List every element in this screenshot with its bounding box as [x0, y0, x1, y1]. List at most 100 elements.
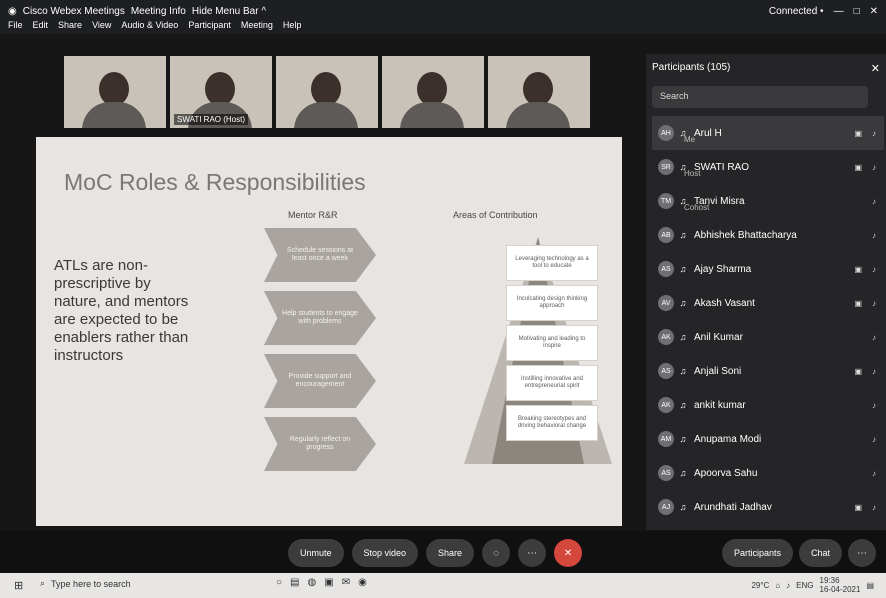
mute-icon: ♪ [872, 434, 876, 444]
participant-row[interactable]: AK ♫ Anil Kumar ♪ [652, 320, 884, 354]
chat-button[interactable]: Chat [798, 539, 842, 567]
avatar: AS [658, 261, 674, 277]
avatar: AS [658, 465, 674, 481]
video-tile[interactable] [276, 56, 378, 128]
notification-icon[interactable]: ▤ [866, 581, 874, 590]
participant-row[interactable]: SR ♫ SWATI RAO Host ▣ ♪ [652, 150, 884, 184]
taskbar-search-placeholder: Type here to search [51, 578, 131, 589]
meeting-controls-bar: Unmute Stop video Share ◌ ⋯ ✕ Participan… [0, 531, 886, 573]
participant-row[interactable]: TM ♫ Tanvi Misra Cohost ♪ [652, 184, 884, 218]
mic-icon: ♫ [679, 434, 687, 444]
participant-row[interactable]: AS ♫ Apoorva Sahu ♪ [652, 456, 884, 490]
unmute-button[interactable]: Unmute [288, 539, 344, 567]
participant-row[interactable]: AH ♫ Arul H Me ▣ ♪ [652, 116, 884, 150]
menu-help[interactable]: Help [283, 20, 302, 30]
mic-icon: ♫ [679, 468, 687, 478]
mic-icon: ♫ [679, 400, 687, 410]
area-box: Motivating and leading to inspire [506, 325, 598, 361]
center-controls: Unmute Stop video Share ◌ ⋯ ✕ [288, 539, 583, 567]
video-icon: ▣ [854, 264, 862, 274]
row-icons: ♪ [872, 197, 876, 206]
avatar: AV [658, 295, 674, 311]
participant-search-input[interactable]: Search [652, 86, 868, 108]
menu-share[interactable]: Share [58, 20, 82, 30]
area-box: Inculcating design thinking approach [506, 285, 598, 321]
meeting-info-link[interactable]: Meeting Info [131, 6, 186, 17]
webex-window: ◉ Cisco Webex Meetings Meeting Info Hide… [0, 0, 886, 598]
menu-view[interactable]: View [92, 20, 111, 30]
participant-row[interactable]: AS ♫ Anjali Soni ▣ ♪ [652, 354, 884, 388]
participant-row[interactable]: AK ♫ ankit kumar ♪ [652, 388, 884, 422]
file-explorer-icon[interactable]: ▤ [290, 577, 299, 588]
maximize-icon[interactable]: □ [854, 6, 860, 17]
time: 19:36 [819, 576, 840, 585]
record-icon[interactable]: ◌ [482, 539, 511, 567]
row-icons: ♪ [872, 231, 876, 240]
avatar: SR [658, 159, 674, 175]
row-icons: ▣ ♪ [854, 367, 876, 376]
video-tile[interactable]: SWATI RAO (Host) [170, 56, 272, 128]
participant-role: Cohost [684, 203, 710, 212]
participant-row[interactable]: AV ♫ Akash Vasant ▣ ♪ [652, 286, 884, 320]
end-call-icon[interactable]: ✕ [554, 539, 583, 567]
area-box: Instilling innovative and entrepreneuria… [506, 365, 598, 401]
participants-panel: Participants (105) ✕ Search AH ♫ Arul H Me ▣… [646, 54, 886, 530]
participant-name: Anil Kumar [694, 331, 743, 343]
menu-meeting[interactable]: Meeting [241, 20, 273, 30]
participant-role: Host [684, 169, 701, 178]
menu-edit[interactable]: Edit [33, 20, 49, 30]
avatar: AM [658, 431, 674, 447]
slide-title: MoC Roles & Responsibilities [64, 169, 366, 195]
share-button[interactable]: Share [426, 539, 475, 567]
menu-audio-video[interactable]: Audio & Video [121, 20, 178, 30]
row-icons: ▣ ♪ [854, 129, 876, 138]
participant-name: Apoorva Sahu [694, 467, 758, 479]
volume-icon[interactable]: ♪ [786, 581, 790, 590]
more-icon[interactable]: ⋯ [518, 539, 547, 567]
row-icons: ▣ ♪ [854, 163, 876, 172]
video-tile[interactable] [488, 56, 590, 128]
hide-menu-bar-link[interactable]: Hide Menu Bar ^ [192, 6, 266, 17]
windows-start-icon[interactable]: ⊞ [14, 579, 23, 592]
participant-name: Arul H [694, 127, 722, 139]
participant-row[interactable]: AJ ♫ Arundhati Jadhav ▣ ♪ [652, 490, 884, 524]
right-controls: Participants Chat ⋯ [721, 539, 876, 567]
mentor-chevron: Provide support and encouragement [264, 354, 376, 408]
slide-body-text: ATLs are non-prescriptive by nature, and… [54, 257, 189, 364]
row-icons: ♪ [872, 469, 876, 478]
video-tile[interactable] [382, 56, 484, 128]
participant-row[interactable]: AB ♫ Abhishek Bhattacharya ♪ [652, 218, 884, 252]
stop-video-button[interactable]: Stop video [351, 539, 419, 567]
minimize-icon[interactable]: — [834, 6, 844, 17]
task-view-icon[interactable]: ○ [276, 577, 282, 588]
participants-header: Participants (105) [652, 62, 731, 73]
mute-icon: ♪ [872, 230, 876, 240]
participant-name: Abhishek Bhattacharya [694, 229, 797, 241]
edge-icon[interactable]: ◍ [308, 577, 317, 588]
mic-icon: ♫ [679, 264, 687, 274]
mic-icon: ♫ [679, 366, 687, 376]
video-strip: SWATI RAO (Host) [64, 56, 590, 128]
menu-participant[interactable]: Participant [188, 20, 231, 30]
participant-row[interactable]: AS ♫ Ajay Sharma ▣ ♪ [652, 252, 884, 286]
area-box: Leveraging technology as a tool to educa… [506, 245, 598, 281]
video-tile[interactable] [64, 56, 166, 128]
avatar: TM [658, 193, 674, 209]
app-title: Cisco Webex Meetings [22, 6, 125, 17]
panel-close-icon[interactable]: ✕ [871, 62, 880, 75]
webex-icon[interactable]: ◉ [358, 577, 367, 588]
store-icon[interactable]: ▣ [324, 577, 333, 588]
mic-icon: ♫ [679, 298, 687, 308]
taskbar-search[interactable]: ⌕ Type here to search [40, 578, 131, 589]
mail-icon[interactable]: ✉ [342, 577, 350, 588]
network-icon[interactable]: ⌂ [775, 581, 780, 590]
participant-row[interactable]: AM ♫ Anupama Modi ♪ [652, 422, 884, 456]
close-icon[interactable]: ✕ [870, 6, 878, 17]
menu-file[interactable]: File [8, 20, 23, 30]
avatar: AB [658, 227, 674, 243]
participants-button[interactable]: Participants [721, 539, 793, 567]
language-indicator[interactable]: ENG [796, 581, 813, 590]
more-options-icon[interactable]: ⋯ [848, 539, 876, 567]
mentor-chevron: Regularly reflect on progress [264, 417, 376, 471]
mute-icon: ♪ [872, 128, 876, 138]
